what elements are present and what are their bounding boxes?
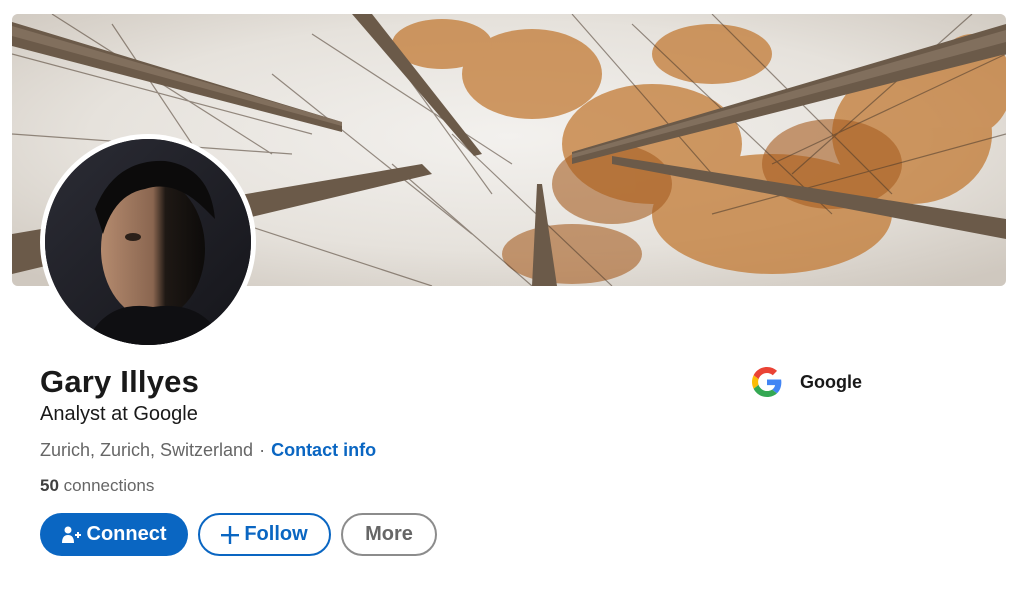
profile-location: Zurich, Zurich, Switzerland xyxy=(40,440,254,460)
connect-label: Connect xyxy=(86,523,167,545)
more-label: More xyxy=(365,523,413,545)
company-name: Google xyxy=(800,371,862,392)
current-company[interactable]: Google xyxy=(752,367,862,397)
more-button[interactable]: More xyxy=(341,513,437,556)
profile-photo[interactable] xyxy=(40,134,256,350)
follow-label: Follow xyxy=(244,523,308,545)
connections-number: 50 xyxy=(40,476,59,495)
profile-actions: Connect Follow More xyxy=(40,513,437,556)
add-person-icon xyxy=(61,526,82,544)
connections-label: connections xyxy=(63,476,155,495)
separator-dot: · xyxy=(259,440,266,460)
connect-button[interactable]: Connect xyxy=(40,513,188,556)
profile-name: Gary Illyes xyxy=(40,364,200,399)
google-g-icon xyxy=(752,367,782,397)
plus-icon xyxy=(221,525,240,544)
contact-info-link[interactable]: Contact info xyxy=(271,440,376,461)
connections-count[interactable]: 50 connections xyxy=(40,476,154,496)
follow-button[interactable]: Follow xyxy=(198,513,331,556)
profile-headline: Analyst at Google xyxy=(40,403,198,425)
profile-card: Gary Illyes Analyst at Google Zurich, Zu… xyxy=(0,0,1024,596)
location-row: Zurich, Zurich, Switzerland · Contact in… xyxy=(40,440,376,461)
